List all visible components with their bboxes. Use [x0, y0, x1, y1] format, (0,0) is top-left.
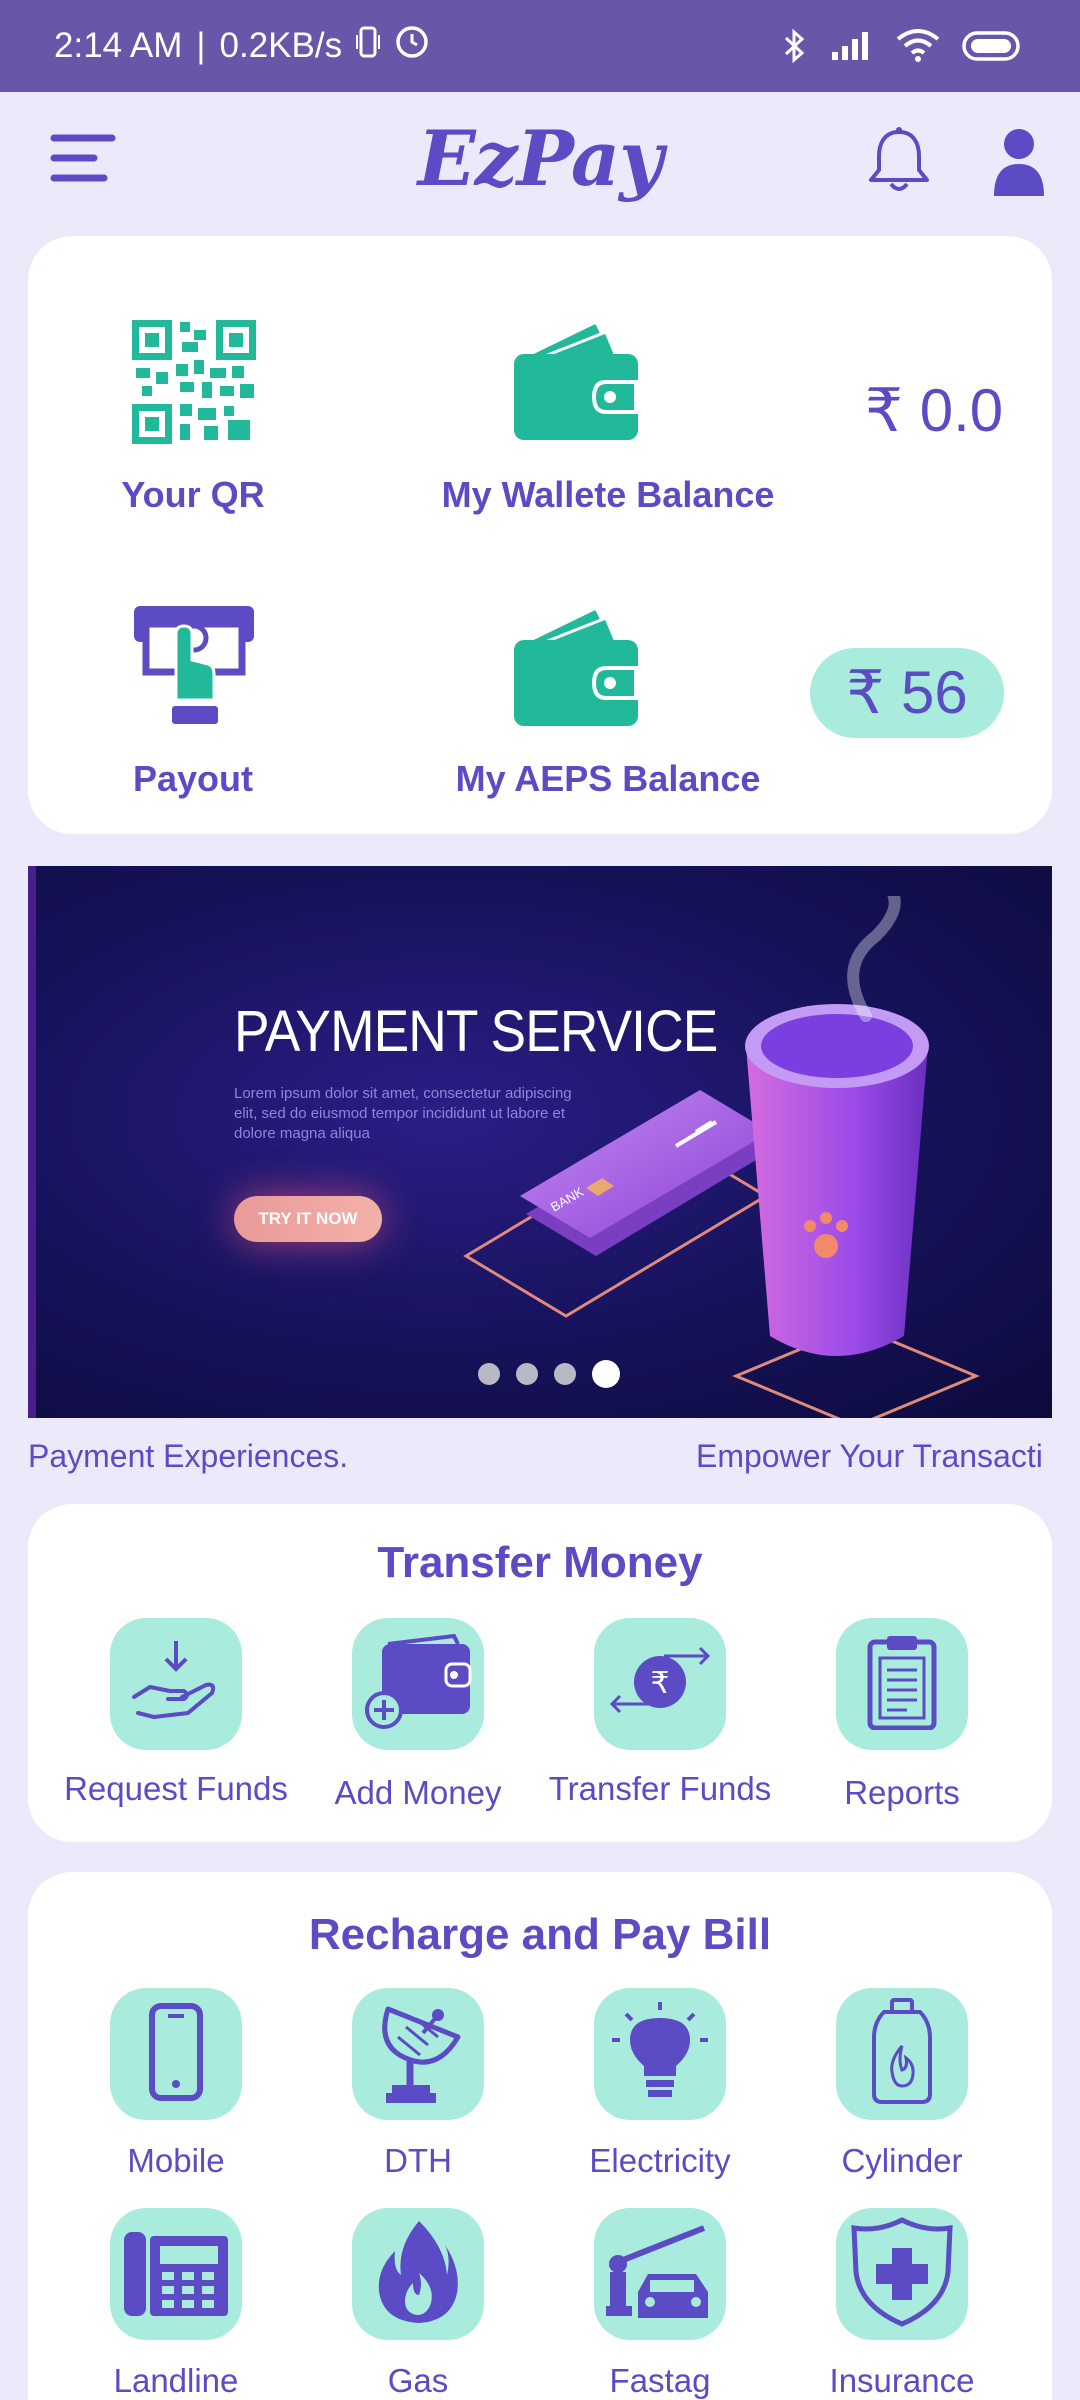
qr-code-icon[interactable] — [132, 320, 256, 449]
app-header: EzPay — [0, 92, 1080, 234]
marquee-ticker: Payment Experiences. Empower Your Transa… — [0, 1432, 1080, 1476]
aeps-amount: ₹ 56 — [810, 648, 1004, 738]
status-left: 2:14 AM | 0.2KB/s — [54, 24, 430, 69]
dth-label[interactable]: DTH — [298, 2142, 538, 2180]
promo-banner[interactable]: PAYMENT SERVICE Lorem ipsum dolor sit am… — [28, 866, 1052, 1418]
carousel-dot[interactable] — [554, 1363, 576, 1385]
gas-button[interactable] — [352, 2208, 484, 2340]
aeps-wallet-icon — [510, 604, 640, 733]
dth-button[interactable] — [352, 1988, 484, 2120]
transfer-money-card: Transfer Money Request Funds Add Money ₹… — [28, 1504, 1052, 1842]
svg-text:₹: ₹ — [650, 1666, 669, 1701]
hand-receive-icon — [130, 1639, 222, 1730]
payout-label[interactable]: Payout — [68, 758, 318, 800]
bulb-icon — [608, 2000, 712, 2109]
fastag-icon — [604, 2222, 716, 2327]
recharge-bill-title: Recharge and Pay Bill — [308, 1910, 772, 1959]
aeps-balance-label: My AEPS Balance — [455, 758, 761, 799]
satellite-dish-icon — [368, 1997, 468, 2112]
vibrate-icon — [356, 25, 381, 68]
reports-label[interactable]: Reports — [782, 1774, 1022, 1812]
status-bar: 2:14 AM | 0.2KB/s — [0, 0, 1080, 92]
landline-label[interactable]: Landline — [56, 2362, 296, 2400]
clipboard-icon — [867, 1634, 937, 1735]
reports-button[interactable] — [836, 1618, 968, 1750]
status-time: 2:14 AM — [54, 26, 183, 65]
wallet-amount: ₹ 0.0 — [864, 377, 1004, 444]
transfer-money-title: Transfer Money — [377, 1538, 703, 1587]
landline-icon — [120, 2222, 232, 2327]
recharge-bill-card: Recharge and Pay Bill Mobile DTH Electri… — [28, 1872, 1052, 2400]
electricity-label[interactable]: Electricity — [540, 2142, 780, 2180]
electricity-button[interactable] — [594, 1988, 726, 2120]
transfer-funds-label[interactable]: Transfer Funds — [540, 1770, 780, 1808]
flame-icon — [375, 2217, 461, 2332]
alarm-icon — [394, 24, 430, 69]
your-qr-label[interactable]: Your QR — [68, 474, 318, 516]
status-speed: 0.2KB/s — [219, 26, 343, 65]
fastag-label[interactable]: Fastag — [540, 2362, 780, 2400]
ticker-item: Empower Your Transacti — [696, 1438, 1043, 1474]
payout-atm-icon[interactable] — [132, 604, 256, 733]
balance-card: Your QR My Wallete Balance ₹ 0.0 Payout — [28, 236, 1052, 834]
add-money-label[interactable]: Add Money — [298, 1774, 538, 1812]
rupee-transfer-icon: ₹ — [604, 1642, 716, 1727]
insurance-label[interactable]: Insurance — [782, 2362, 1022, 2400]
wallet-icon — [510, 318, 640, 447]
cylinder-icon — [870, 1997, 934, 2111]
battery-icon — [962, 30, 1020, 62]
mobile-label[interactable]: Mobile — [56, 2142, 296, 2180]
mobile-button[interactable] — [110, 1988, 242, 2120]
insurance-icon — [850, 2216, 954, 2333]
ticker-item: Payment Experiences. — [28, 1438, 349, 1474]
request-funds-label[interactable]: Request Funds — [56, 1770, 296, 1808]
wallet-add-icon — [362, 1632, 474, 1737]
bell-icon[interactable] — [866, 126, 932, 196]
transfer-funds-button[interactable]: ₹ — [594, 1618, 726, 1750]
cylinder-button[interactable] — [836, 1988, 968, 2120]
status-separator: | — [196, 26, 206, 65]
cylinder-label[interactable]: Cylinder — [782, 2142, 1022, 2180]
wifi-icon — [896, 29, 940, 63]
signal-icon — [830, 30, 874, 62]
wallet-balance-label: My Wallete Balance — [441, 474, 775, 515]
insurance-button[interactable] — [836, 2208, 968, 2340]
carousel-dot[interactable] — [478, 1363, 500, 1385]
carousel-dot-active[interactable] — [592, 1360, 620, 1388]
landline-button[interactable] — [110, 2208, 242, 2340]
banner-cta-button[interactable]: TRY IT NOW — [234, 1196, 382, 1242]
mobile-icon — [148, 2002, 204, 2107]
carousel-dots — [478, 1360, 620, 1388]
fastag-button[interactable] — [594, 2208, 726, 2340]
card-cup-illustration: BANK — [436, 880, 996, 1418]
user-icon[interactable] — [990, 126, 1048, 198]
carousel-dot[interactable] — [516, 1363, 538, 1385]
add-money-button[interactable] — [352, 1618, 484, 1750]
gas-label[interactable]: Gas — [298, 2362, 538, 2400]
bluetooth-icon — [782, 28, 808, 64]
status-right — [782, 28, 1020, 64]
request-funds-button[interactable] — [110, 1618, 242, 1750]
